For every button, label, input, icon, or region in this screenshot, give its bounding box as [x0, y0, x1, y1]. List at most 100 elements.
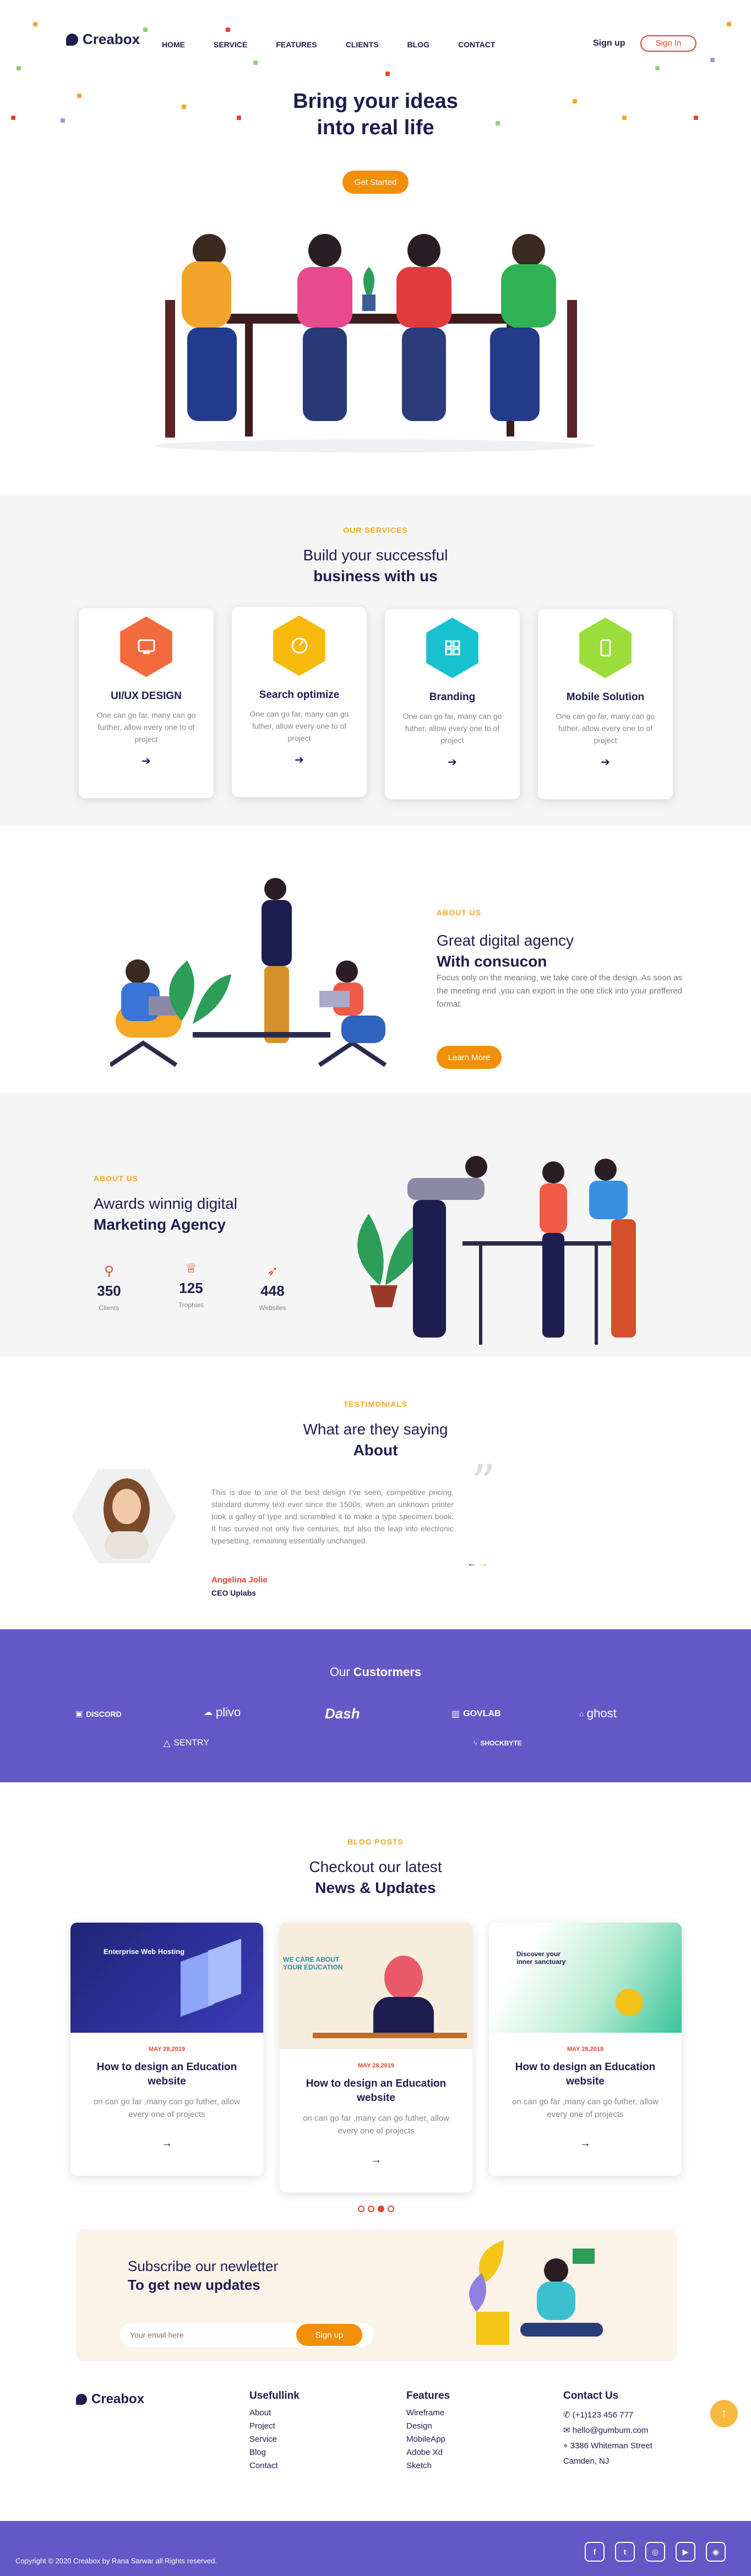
about1-title-line1: Great digital agency — [437, 932, 574, 949]
service-desc: One can go far, many can go futher, allo… — [402, 712, 502, 745]
service-title: Search optimize — [259, 689, 340, 701]
social-links: f t ◎ ▶ ◉ — [585, 2542, 726, 2562]
arrow-right-icon[interactable]: → — [280, 2154, 472, 2166]
carousel-dot[interactable] — [388, 2206, 394, 2212]
dribbble-icon[interactable]: ◎ — [645, 2542, 665, 2562]
service-desc: One can go far, many can go futher, allo… — [556, 712, 655, 745]
nav-contact[interactable]: CONTACT — [458, 40, 495, 49]
arrow-right-icon[interactable]: ➔ — [385, 755, 520, 769]
signin-button[interactable]: Sign In — [640, 35, 696, 52]
customers-title-bold: Custormers — [353, 1665, 422, 1679]
bolt-icon: ϟ — [474, 1739, 477, 1747]
thumb-heading: WE CARE ABOUT YOUR EDUCATION — [283, 1956, 343, 1971]
email-input[interactable] — [130, 2323, 295, 2347]
customer-logo-plivo: ☁ plivo — [204, 1705, 241, 1720]
nav-service[interactable]: SERVICE — [214, 40, 247, 49]
nav-blog[interactable]: BLOG — [407, 40, 429, 49]
service-title: UI/UX DESIGN — [111, 690, 182, 702]
facebook-icon[interactable]: f — [585, 2542, 605, 2562]
screen-icon — [120, 616, 172, 677]
twitter-icon[interactable]: t — [615, 2542, 635, 2562]
header: Creabox HOME SERVICE FEATURES CLIENTS BL… — [0, 0, 751, 88]
footer-link-blog[interactable]: Blog — [249, 2446, 300, 2459]
blog-card[interactable]: Enterprise Web Hosting MAY 28,2019 How t… — [70, 1923, 263, 2176]
carousel-dot[interactable] — [358, 2206, 364, 2212]
service-card-search[interactable]: Search optimize One can go far, many can… — [232, 607, 367, 797]
footer-contact: Contact Us ✆ (+1)123 456 777 ✉ hello@gum… — [563, 2390, 684, 2469]
blog-post-title[interactable]: How to design an Education website — [505, 2060, 665, 2089]
logo[interactable]: Creabox — [66, 31, 140, 48]
signup-link[interactable]: Sign up — [593, 39, 625, 48]
about2-title-line2: Marketing Agency — [94, 1216, 226, 1233]
footer-link-adobe-xd[interactable]: Adobe Xd — [406, 2446, 450, 2459]
logo-text: GOVLAB — [463, 1709, 501, 1718]
customer-logo-shockbyte: ϟ SHOCKBYTE — [474, 1739, 522, 1747]
about2-illustration — [357, 1156, 636, 1345]
footer-link-contact[interactable]: Contact — [249, 2459, 300, 2473]
footer-logo[interactable]: Creabox — [76, 2392, 144, 2407]
service-card-branding[interactable]: Branding One can go far, many can go fut… — [385, 609, 520, 799]
footer-link-project[interactable]: Project — [249, 2420, 300, 2433]
get-started-button[interactable]: Get Started — [342, 171, 409, 194]
services-title-line2: business with us — [313, 567, 438, 585]
arrow-right-icon[interactable]: ➔ — [538, 755, 673, 769]
footer-link-about[interactable]: About — [249, 2406, 300, 2420]
logo-text: SHOCKBYTE — [480, 1739, 522, 1747]
scroll-top-button[interactable]: ↑ — [710, 2400, 738, 2427]
customer-logo-discord: ▣ DISCORD — [75, 1709, 122, 1718]
hero-illustration — [154, 234, 595, 452]
blog-card[interactable]: WE CARE ABOUT YOUR EDUCATION MAY 28,2019… — [280, 1923, 472, 2192]
arrow-right-icon[interactable]: → — [478, 1558, 488, 1569]
blog-post-title[interactable]: How to design an Education website — [296, 2077, 456, 2105]
carousel-dot-active[interactable] — [378, 2206, 384, 2212]
instagram-icon[interactable]: ◉ — [706, 2542, 726, 2562]
customers-title-light: Our — [329, 1665, 350, 1679]
newsletter-title: Subscribe our newletter To get new updat… — [128, 2257, 278, 2294]
about-illustration-team — [110, 878, 387, 1067]
nav-home[interactable]: HOME — [162, 40, 185, 49]
logo-text: Creabox — [83, 31, 140, 47]
nav-clients[interactable]: CLIENTS — [346, 40, 379, 49]
youtube-icon[interactable]: ▶ — [676, 2542, 695, 2562]
footer-col-features: Features Wireframe Design MobileApp Adob… — [406, 2390, 450, 2473]
arrow-right-icon[interactable]: ➔ — [79, 754, 214, 768]
stat-value: 350 — [97, 1282, 121, 1299]
nav-features[interactable]: FEATURES — [276, 40, 317, 49]
blog-title: Checkout our latest News & Updates — [0, 1857, 751, 1898]
footer-link-design[interactable]: Design — [406, 2420, 450, 2433]
footer-link-sketch[interactable]: Sketch — [406, 2459, 450, 2473]
arrow-right-icon[interactable]: ➔ — [232, 753, 367, 767]
stat-clients: ⚲ 350 Clients — [84, 1263, 134, 1312]
footer-link-wireframe[interactable]: Wireframe — [406, 2406, 450, 2420]
contact-email[interactable]: ✉ hello@gumbum.com — [563, 2423, 684, 2438]
stat-label: Websites — [259, 1304, 286, 1312]
service-title: Branding — [429, 691, 476, 703]
blog-date: MAY 28,2019 — [357, 2062, 395, 2069]
service-card-mobile[interactable]: Mobile Solution One can go far, many can… — [538, 609, 673, 799]
arrow-right-icon[interactable]: → — [489, 2137, 682, 2150]
services-tag: OUR SERVICES — [343, 526, 408, 534]
service-card-uiux[interactable]: UI/UX DESIGN One can go far, many can go… — [79, 608, 214, 798]
footer-link-service[interactable]: Service — [249, 2433, 300, 2446]
newsletter-signup-button[interactable]: Sign up — [296, 2324, 362, 2346]
contact-phone[interactable]: ✆ (+1)123 456 777 — [563, 2408, 684, 2423]
about2-title-line1: Awards winnig digital — [94, 1195, 237, 1212]
footer-link-mobileapp[interactable]: MobileApp — [406, 2433, 450, 2446]
arrow-right-icon[interactable]: → — [70, 2137, 263, 2150]
arrow-up-icon: ↑ — [721, 2406, 727, 2420]
service-desc: One can go far, many can go futher, allo… — [249, 710, 349, 743]
trophy-icon: ♕ — [185, 1261, 197, 1276]
blog-post-title[interactable]: How to design an Education website — [87, 2060, 247, 2089]
blog-card[interactable]: Discover your inner sanctuary MAY 28,201… — [489, 1923, 682, 2176]
arrow-left-icon[interactable]: ← — [467, 1558, 477, 1569]
thumb-heading: Discover your inner sanctuary — [516, 1950, 566, 1966]
learn-more-button[interactable]: Learn More — [437, 1046, 502, 1069]
carousel-dot[interactable] — [368, 2206, 374, 2212]
customer-logo-sentry: △ SENTRY — [164, 1738, 209, 1749]
footer-col-title: Features — [406, 2390, 450, 2402]
stat-websites: ➶ 448 Websites — [248, 1263, 297, 1312]
services-title: Build your successful business with us — [0, 545, 751, 587]
discord-icon: ▣ — [75, 1709, 83, 1718]
hero-title-line1: Bring your ideas — [293, 90, 458, 113]
mail-icon: ✉ — [563, 2426, 570, 2435]
